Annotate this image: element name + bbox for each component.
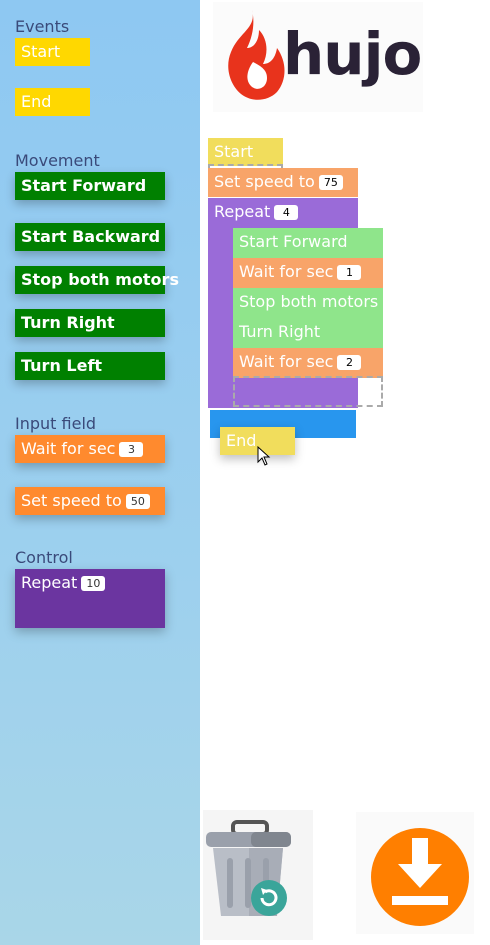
speed-input[interactable]: 50 xyxy=(125,494,150,509)
block-label: Repeat xyxy=(21,573,78,592)
palette-repeat-block[interactable]: Repeat 10 xyxy=(15,569,165,628)
program-wait-block-2[interactable]: Wait for sec 2 xyxy=(233,348,383,378)
drop-zone-repeat xyxy=(233,376,383,407)
section-events: Events xyxy=(15,17,70,36)
palette-start-block[interactable]: Start xyxy=(15,38,90,66)
hujo-logo: hujo xyxy=(213,2,423,112)
palette-turn-left-block[interactable]: Turn Left xyxy=(15,352,165,380)
restore-icon[interactable] xyxy=(249,878,289,918)
palette-set-speed-block[interactable]: Set speed to 50 xyxy=(15,487,165,515)
flame-icon xyxy=(228,10,285,100)
program-start-forward-block[interactable]: Start Forward xyxy=(233,228,383,258)
block-label: Wait for sec xyxy=(239,352,334,371)
block-label: Set speed to xyxy=(21,491,122,510)
palette-end-block[interactable]: End xyxy=(15,88,90,116)
section-movement: Movement xyxy=(15,151,100,170)
program-turn-right-block[interactable]: Turn Right xyxy=(233,318,383,348)
block-palette: Events Start End Movement Start Forward … xyxy=(0,0,200,945)
palette-start-backward-block[interactable]: Start Backward xyxy=(15,223,165,251)
program-stop-motors-block[interactable]: Stop both motors xyxy=(233,288,383,318)
trash-icon xyxy=(206,820,291,916)
palette-start-forward-block[interactable]: Start Forward xyxy=(15,172,165,200)
block-label: Turn Right xyxy=(239,322,321,341)
palette-stop-motors-block[interactable]: Stop both motors xyxy=(15,266,179,294)
block-label: Set speed to xyxy=(214,172,315,191)
program-wait-input-2[interactable]: 2 xyxy=(337,355,362,370)
block-label: End xyxy=(226,431,257,450)
program-wait-block-1[interactable]: Wait for sec 1 xyxy=(233,258,383,288)
wait-seconds-input[interactable]: 3 xyxy=(119,442,144,457)
cursor-icon xyxy=(257,446,271,466)
block-label: End xyxy=(21,92,52,111)
block-label: Start Forward xyxy=(21,176,147,195)
block-label: Turn Right xyxy=(21,313,115,332)
trash-button[interactable] xyxy=(203,810,313,940)
palette-turn-right-block[interactable]: Turn Right xyxy=(15,309,165,337)
section-input-field: Input field xyxy=(15,414,97,433)
block-label: Start xyxy=(214,142,254,161)
repeat-header: Repeat 4 xyxy=(208,198,304,226)
program-wait-input-1[interactable]: 1 xyxy=(337,265,362,280)
block-label: Start xyxy=(21,42,61,61)
section-control: Control xyxy=(15,548,73,567)
repeat-count-input[interactable]: 10 xyxy=(81,576,106,591)
block-label: Stop both motors xyxy=(239,292,379,311)
block-label: Start Forward xyxy=(239,232,348,251)
block-label: Stop both motors xyxy=(21,270,179,289)
block-label: Start Backward xyxy=(21,227,161,246)
program-start-block[interactable]: Start xyxy=(208,138,283,166)
block-label: Wait for sec xyxy=(21,439,116,458)
block-label: Repeat xyxy=(214,202,271,221)
logo-text: hujo xyxy=(283,20,422,88)
download-icon xyxy=(371,828,469,926)
block-label: Wait for sec xyxy=(239,262,334,281)
program-set-speed-block[interactable]: Set speed to 75 xyxy=(208,168,358,197)
palette-wait-block[interactable]: Wait for sec 3 xyxy=(15,435,165,463)
download-button[interactable] xyxy=(356,812,474,934)
program-speed-input[interactable]: 75 xyxy=(318,175,343,190)
block-label: Turn Left xyxy=(21,356,103,375)
program-repeat-input[interactable]: 4 xyxy=(274,205,299,220)
